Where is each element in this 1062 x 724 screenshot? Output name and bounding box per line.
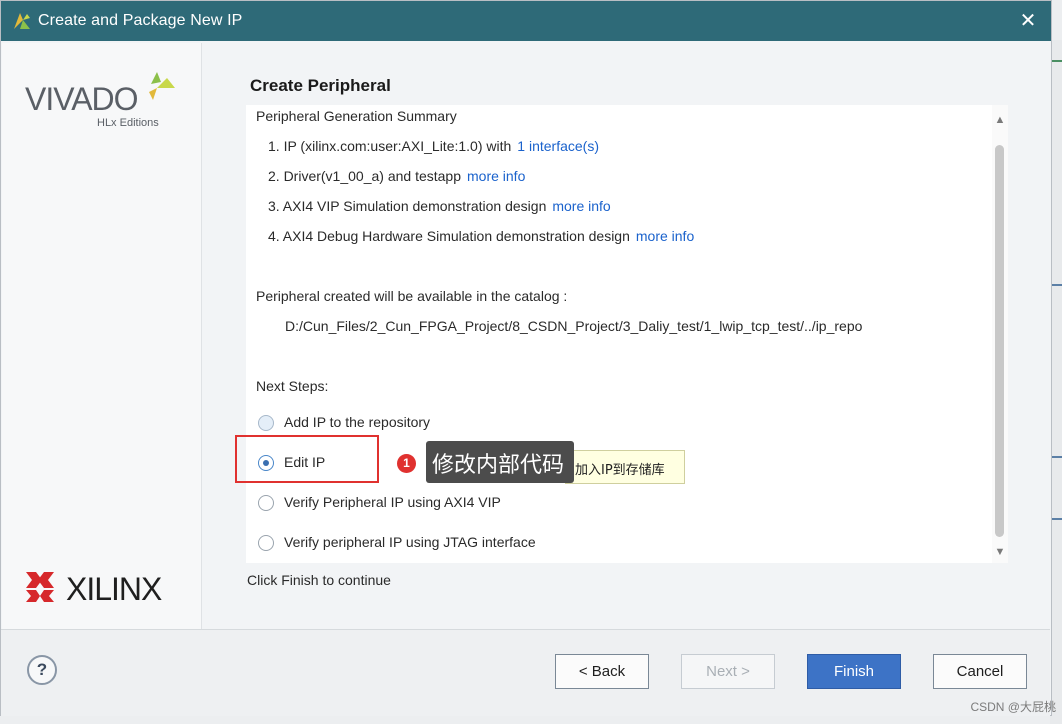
radio-label: Verify peripheral IP using JTAG interfac…: [284, 534, 536, 550]
finish-hint: Click Finish to continue: [247, 572, 391, 588]
cancel-button[interactable]: Cancel: [933, 654, 1027, 689]
titlebar: Create and Package New IP ✕: [1, 1, 1051, 41]
radio-button[interactable]: [258, 535, 274, 551]
window-title: Create and Package New IP: [38, 12, 243, 29]
background-marker: [1052, 456, 1062, 458]
background-marker: [1052, 518, 1062, 520]
xilinx-logo: XILINX: [26, 571, 163, 606]
vivado-app-icon: [14, 13, 30, 29]
more-info-link[interactable]: more info: [552, 198, 610, 214]
summary-item-text: 4. AXI4 Debug Hardware Simulation demons…: [268, 228, 630, 244]
next-button[interactable]: Next >: [681, 654, 775, 689]
summary-item: 1. IP (xilinx.com:user:AXI_Lite:1.0) wit…: [268, 138, 599, 154]
radio-label: Add IP to the repository: [284, 414, 431, 430]
summary-item-text: 1. IP (xilinx.com:user:AXI_Lite:1.0) wit…: [268, 138, 512, 154]
vivado-logo-subtitle: HLx Editions: [97, 117, 159, 129]
summary-item-text: 3. AXI4 VIP Simulation demonstration des…: [268, 198, 547, 214]
catalog-label: Peripheral created will be available in …: [256, 288, 568, 304]
summary-heading: Peripheral Generation Summary: [256, 108, 457, 124]
scroll-thumb[interactable]: [995, 145, 1004, 537]
background-marker: [1052, 60, 1062, 62]
radio-button[interactable]: [258, 495, 274, 511]
annotation-number-badge: 1: [397, 454, 416, 473]
xilinx-logo-word: XILINX: [66, 571, 162, 606]
back-button[interactable]: < Back: [555, 654, 649, 689]
tooltip: 加入IP到存储库: [565, 450, 685, 484]
watermark: CSDN @大屁桃: [970, 700, 1056, 714]
annotation-label: 修改内部代码: [426, 441, 575, 483]
summary-item: 4. AXI4 Debug Hardware Simulation demons…: [268, 228, 694, 244]
next-steps-heading: Next Steps:: [256, 378, 329, 394]
more-info-link[interactable]: more info: [467, 168, 525, 184]
summary-item: 3. AXI4 VIP Simulation demonstration des…: [268, 198, 611, 214]
scroll-down-icon[interactable]: ▼: [994, 545, 1006, 559]
vertical-scrollbar[interactable]: ▲ ▼: [992, 105, 1008, 563]
radio-label: Verify Peripheral IP using AXI4 VIP: [284, 494, 501, 510]
radio-button[interactable]: [258, 415, 274, 431]
catalog-path: D:/Cun_Files/2_Cun_FPGA_Project/8_CSDN_P…: [285, 318, 863, 334]
page-title: Create Peripheral: [250, 76, 391, 95]
scroll-up-icon[interactable]: ▲: [994, 113, 1006, 127]
vivado-logo: VIVADO HLx Editions: [25, 72, 175, 129]
more-info-link[interactable]: more info: [636, 228, 694, 244]
help-icon[interactable]: ?: [27, 655, 57, 685]
annotation-highlight-box: [235, 435, 379, 483]
summary-item-text: 2. Driver(v1_00_a) and testapp: [268, 168, 461, 184]
interfaces-link[interactable]: 1 interface(s): [517, 138, 599, 154]
background-marker: [1052, 284, 1062, 286]
close-icon[interactable]: ✕: [1017, 10, 1039, 32]
finish-button[interactable]: Finish: [807, 654, 901, 689]
vivado-logo-word: VIVADO: [25, 81, 138, 117]
summary-item: 2. Driver(v1_00_a) and testapp more info: [268, 168, 525, 184]
